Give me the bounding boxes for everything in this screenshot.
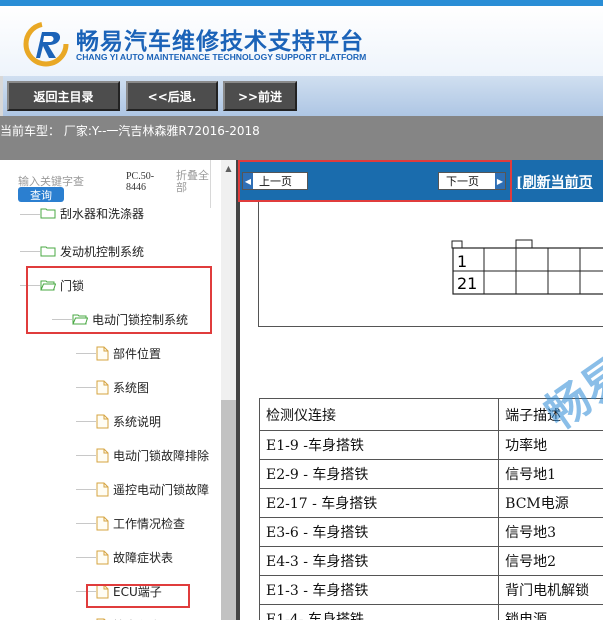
content-area: ◀ 上一页 下一页 ▶ [刷新当前页 1 21 检测仪连接 端子描述 E1-9 …: [240, 160, 603, 620]
tree-item[interactable]: 系统说明: [96, 410, 161, 432]
nav-bar: 返回主目录 <<后退. >>前进: [0, 76, 603, 116]
terminal-table: 检测仪连接 端子描述 E1-9 -车身搭铁 功率地 E2-9 - 车身搭铁 信号地1 E…: [258, 398, 603, 620]
table-row: E1-9 -车身搭铁 功率地: [258, 430, 603, 460]
tree-item-label: 电动门锁故障排除: [113, 448, 210, 463]
tree-item[interactable]: 系统图: [96, 376, 149, 398]
table-row: E3-6 - 车身搭铁 信号地3: [258, 517, 603, 547]
collapse-all-button[interactable]: 折叠全部: [176, 170, 214, 194]
tree-item-label: 系统说明: [113, 414, 162, 429]
cell-tester-connection: E2-17 - 车身搭铁: [258, 488, 500, 518]
tree-guide-line: [76, 557, 96, 558]
tree-guide-line: [76, 353, 96, 354]
forward-button[interactable]: >>前进: [223, 81, 297, 111]
back-button[interactable]: <<后退.: [126, 81, 218, 111]
folder-icon: [40, 208, 56, 219]
highlight-door-lock: [26, 266, 212, 334]
tree-guide-line: [76, 421, 96, 422]
sidebar: 查询 PC.50-8446 折叠全部 刮水器和洗涤器发动机控制系统门锁电动门锁控…: [0, 160, 236, 620]
terminal-table-wrap: 检测仪连接 端子描述 E1-9 -车身搭铁 功率地 E2-9 - 车身搭铁 信号地1 E…: [258, 398, 603, 620]
sidebar-scroll-thumb[interactable]: [221, 400, 236, 620]
cell-tester-connection: E2-9 - 车身搭铁: [258, 459, 500, 489]
cell-terminal-desc: 背门电机解锁: [498, 575, 603, 605]
cell-terminal-desc: 信号地2: [498, 546, 603, 576]
table-row: E1-3 - 车身搭铁 背门电机解锁: [258, 575, 603, 605]
tree-item-label: 遥控电动门锁故障: [113, 482, 210, 497]
tree-guide-line: [76, 387, 96, 388]
highlight-page-toolbar: [238, 160, 512, 202]
cell-terminal-desc: 功率地: [498, 430, 603, 460]
tree-item-label: 工作情况检查: [113, 516, 186, 531]
cell-terminal-desc: 信号地3: [498, 517, 603, 547]
tree-item-label: 部件位置: [113, 346, 162, 361]
page-icon: [96, 550, 109, 564]
tree-item[interactable]: 电动门锁故障排除: [96, 444, 209, 466]
tree-item[interactable]: 故障症状表: [96, 546, 173, 568]
tree-item[interactable]: 遥控电动门锁故障: [96, 478, 209, 500]
table-row: E1-4- 车身搭铁 锁电源: [258, 604, 603, 620]
page-icon: [96, 516, 109, 530]
table-row: E4-3 - 车身搭铁 信号地2: [258, 546, 603, 576]
tree-item[interactable]: 工作情况检查: [96, 512, 185, 534]
car-model-label: 当前车型： 厂家:Y--一汽吉林森雅R72016-2018: [0, 124, 260, 138]
pin-label-top: 1: [457, 252, 468, 271]
tree-item[interactable]: 检查程序: [96, 614, 161, 620]
tree-guide-line: [76, 455, 96, 456]
tree-item[interactable]: 部件位置: [96, 342, 161, 364]
folder-icon: [40, 246, 56, 257]
tree-item-label: 故障症状表: [113, 550, 174, 565]
header-tester-connection: 检测仪连接: [258, 398, 500, 431]
page-icon: [96, 346, 109, 360]
tree-guide-line: [76, 489, 96, 490]
sidebar-divider: [210, 160, 211, 208]
tree-guide-line: [20, 251, 40, 252]
tree-item-label: 发动机控制系统: [60, 244, 145, 259]
cell-tester-connection: E4-3 - 车身搭铁: [258, 546, 500, 576]
cell-terminal-desc: 信号地1: [498, 459, 603, 489]
pin-label-bottom: 21: [457, 274, 478, 293]
connector-diagram: 1 21: [258, 202, 603, 327]
page-icon: [96, 414, 109, 428]
site-subtitle: CHANG YI AUTO MAINTENANCE TECHNOLOGY SUP…: [76, 52, 367, 62]
page-icon: [96, 448, 109, 462]
car-model-bar: 当前车型： 厂家:Y--一汽吉林森雅R72016-2018: [0, 116, 603, 160]
tree-item-label: 系统图: [113, 380, 150, 395]
scroll-up-arrow-icon[interactable]: ▲: [221, 160, 236, 176]
tree-guide-line: [20, 214, 40, 215]
header: 畅易汽车维修技术支持平台 CHANG YI AUTO MAINTENANCE T…: [0, 6, 603, 76]
cell-terminal-desc: BCM电源: [498, 488, 603, 518]
tree-item-label: 检查程序: [113, 617, 161, 620]
home-button[interactable]: 返回主目录: [7, 81, 120, 111]
connector-drawing: [451, 239, 603, 295]
app-window: 畅易汽车维修技术支持平台 CHANG YI AUTO MAINTENANCE T…: [0, 0, 603, 620]
brand-logo-icon: [23, 21, 69, 67]
table-row: E2-17 - 车身搭铁 BCM电源: [258, 488, 603, 518]
table-row: E2-9 - 车身搭铁 信号地1: [258, 459, 603, 489]
site-title: 畅易汽车维修技术支持平台: [76, 29, 364, 55]
cell-tester-connection: E1-4- 车身搭铁: [258, 604, 500, 620]
cell-tester-connection: E1-3 - 车身搭铁: [258, 575, 500, 605]
page-icon: [96, 482, 109, 496]
tree-item[interactable]: 发动机控制系统: [40, 240, 144, 262]
search-button[interactable]: 查询: [18, 187, 64, 202]
tree-guide-line: [76, 523, 96, 524]
cell-tester-connection: E1-9 -车身搭铁: [258, 430, 500, 460]
pc-code-label: PC.50-8446: [126, 171, 155, 193]
tree-item[interactable]: 刮水器和洗涤器: [40, 208, 144, 224]
page-icon: [96, 380, 109, 394]
cell-terminal-desc: 锁电源: [498, 604, 603, 620]
refresh-page-link[interactable]: [刷新当前页: [516, 172, 593, 192]
tree-item-label: 刮水器和洗涤器: [60, 208, 145, 221]
cell-tester-connection: E3-6 - 车身搭铁: [258, 517, 500, 547]
highlight-ecu-terminal: [86, 584, 190, 608]
